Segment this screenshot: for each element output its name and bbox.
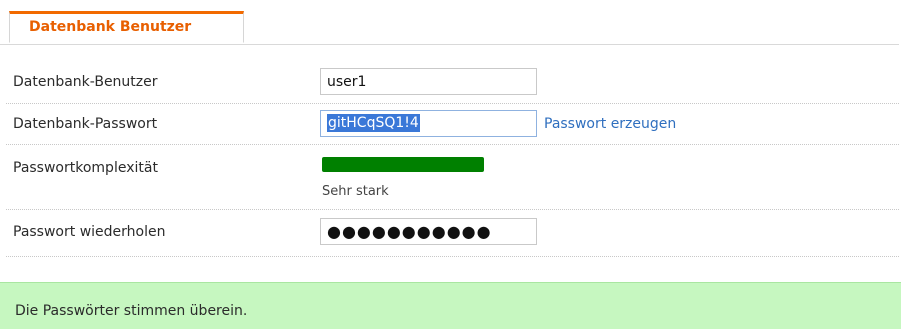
password-label: Datenbank-Passwort	[13, 116, 158, 132]
password-strength-text: Sehr stark	[322, 184, 389, 199]
repeat-label: Passwort wiederholen	[13, 224, 166, 240]
db-user-panel: Datenbank Benutzer Datenbank-Benutzer Da…	[0, 0, 901, 329]
form-row-password: Datenbank-Passwort gitHCqSQ1!4 Passwort …	[6, 104, 899, 145]
form-row-complexity: Passwortkomplexität Sehr stark	[6, 145, 899, 210]
repeat-password-input[interactable]: ●●●●●●●●●●●	[320, 218, 537, 245]
complexity-label: Passwortkomplexität	[13, 160, 158, 176]
user-input[interactable]	[320, 68, 537, 95]
password-strength-meter	[322, 157, 484, 172]
password-match-text: Die Passwörter stimmen überein.	[15, 303, 248, 319]
tab-label: Datenbank Benutzer	[29, 19, 192, 35]
user-label: Datenbank-Benutzer	[13, 74, 158, 90]
repeat-password-masked: ●●●●●●●●●●●	[327, 222, 492, 241]
password-strength-fill	[322, 157, 484, 172]
password-match-message: Die Passwörter stimmen überein.	[0, 282, 901, 329]
password-input[interactable]: gitHCqSQ1!4	[320, 110, 537, 137]
tab-database-user[interactable]: Datenbank Benutzer	[9, 11, 244, 43]
form-row-user: Datenbank-Benutzer	[6, 58, 899, 104]
form-row-repeat: Passwort wiederholen ●●●●●●●●●●●	[6, 210, 899, 257]
generate-password-link[interactable]: Passwort erzeugen	[544, 116, 676, 132]
password-selected-text: gitHCqSQ1!4	[327, 114, 420, 132]
tab-bar: Datenbank Benutzer	[0, 0, 899, 45]
